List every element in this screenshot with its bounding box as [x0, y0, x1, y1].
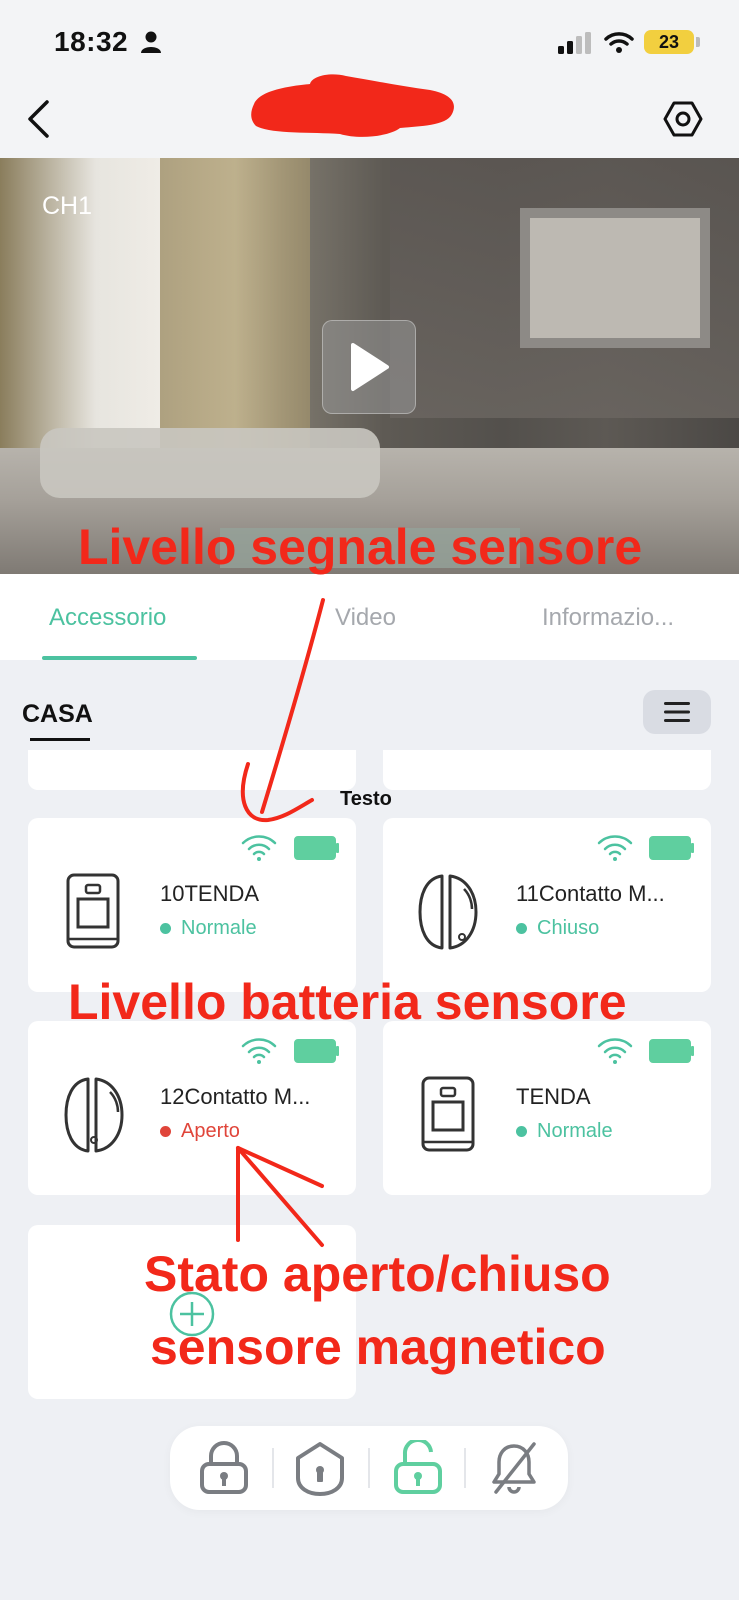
signal-strength-icon	[597, 835, 633, 861]
hexagon-settings-icon	[663, 101, 703, 137]
mute-alarm-button[interactable]	[484, 1436, 544, 1500]
disarm-button[interactable]	[388, 1436, 448, 1500]
signal-strength-icon	[241, 835, 277, 861]
status-text: Normale	[537, 1120, 613, 1142]
battery-level: 23	[658, 31, 680, 52]
lock-icon	[200, 1441, 248, 1494]
battery-level-icon	[294, 836, 339, 860]
battery-indicator: 23	[644, 30, 694, 54]
battery-level-icon	[294, 1039, 339, 1063]
play-button[interactable]	[322, 320, 416, 414]
tab-accessorio[interactable]: Accessorio	[49, 604, 166, 632]
curtain-sensor-icon	[66, 873, 120, 949]
door-contact-icon	[64, 1077, 124, 1153]
preview-sofa	[40, 428, 380, 498]
device-status: Aperto	[160, 1120, 240, 1143]
battery-level-icon	[649, 836, 694, 860]
annotation-state-line2: sensore magnetico	[150, 1319, 606, 1375]
status-text: Chiuso	[537, 917, 600, 939]
play-icon	[351, 343, 389, 391]
device-name: TENDA	[516, 1084, 591, 1109]
arm-home-button[interactable]	[290, 1436, 350, 1500]
back-button[interactable]	[22, 96, 56, 142]
device-status: Normale	[516, 1120, 613, 1143]
wifi-icon	[604, 32, 634, 53]
active-tab-indicator	[42, 656, 197, 660]
device-status: Normale	[160, 917, 257, 940]
cellular-signal-icon	[558, 32, 591, 54]
arm-away-button[interactable]	[194, 1436, 254, 1500]
settings-button[interactable]	[660, 96, 706, 142]
battery-level-icon	[649, 1039, 694, 1063]
action-divider	[368, 1448, 370, 1488]
status-text: Aperto	[181, 1120, 240, 1142]
door-contact-icon	[418, 874, 478, 950]
home-shield-icon	[296, 1442, 344, 1496]
device-name: 12Contatto M...	[160, 1084, 311, 1109]
status-time: 18:32	[54, 26, 129, 57]
device-card-partial[interactable]	[28, 750, 356, 790]
curtain-sensor-icon	[421, 1076, 475, 1152]
testo-label: Testo	[340, 788, 392, 810]
menu-button[interactable]	[643, 690, 711, 734]
unlock-icon	[394, 1440, 442, 1494]
status-text: Normale	[181, 917, 257, 939]
battery-tip	[696, 37, 700, 47]
annotation-signal-level: Livello segnale sensore	[78, 519, 643, 575]
signal-strength-icon	[241, 1038, 277, 1064]
section-title-underline	[30, 738, 90, 741]
action-divider	[272, 1448, 274, 1488]
tab-informazioni[interactable]: Informazio...	[542, 604, 674, 632]
signal-strength-icon	[597, 1038, 633, 1064]
device-name: 10TENDA	[160, 881, 260, 906]
action-divider	[464, 1448, 466, 1488]
device-card-partial[interactable]	[383, 750, 711, 790]
person-icon	[141, 31, 161, 53]
device-name: 11Contatto M...	[516, 881, 665, 906]
chevron-left-icon	[28, 100, 49, 138]
status-dot	[160, 923, 171, 934]
status-dot	[516, 923, 527, 934]
channel-label: CH1	[42, 192, 93, 220]
annotation-state-line1: Stato aperto/chiuso	[144, 1246, 611, 1302]
annotation-battery-level: Livello batteria sensore	[68, 974, 627, 1030]
device-status: Chiuso	[516, 917, 599, 940]
status-dot	[160, 1126, 171, 1137]
bell-off-icon	[492, 1442, 536, 1494]
preview-shelf	[520, 208, 710, 348]
tab-video[interactable]: Video	[335, 604, 396, 632]
status-dot	[516, 1126, 527, 1137]
section-title[interactable]: CASA	[22, 700, 93, 729]
hamburger-menu-icon	[664, 702, 690, 722]
redacted-title	[251, 74, 454, 137]
